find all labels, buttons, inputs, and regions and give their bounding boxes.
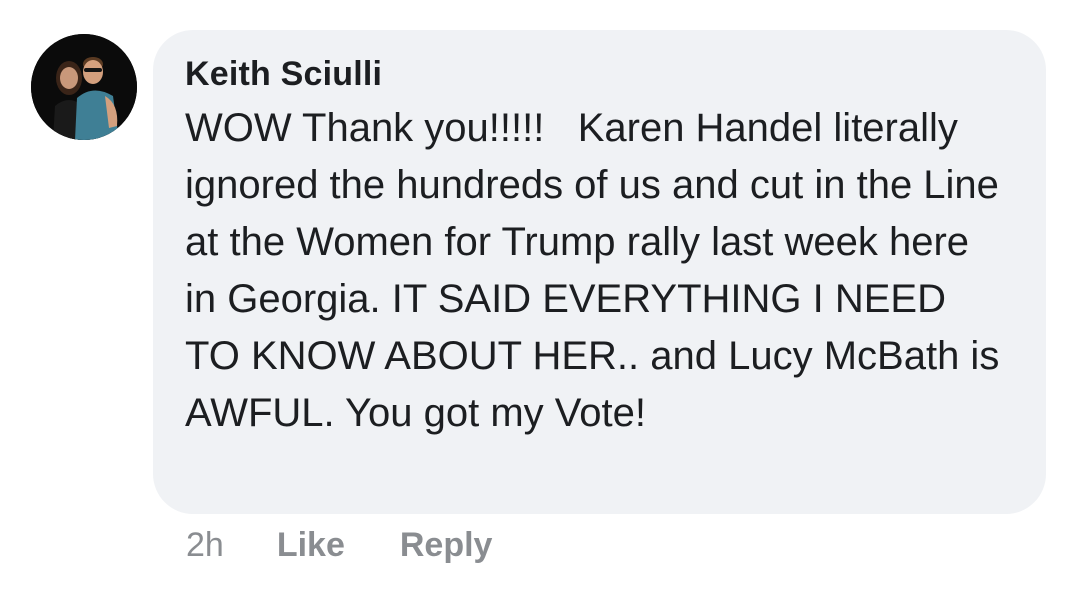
avatar[interactable] xyxy=(31,34,137,140)
comment-timestamp[interactable]: 2h xyxy=(186,526,224,565)
reply-button[interactable]: Reply xyxy=(400,526,493,565)
like-button[interactable]: Like xyxy=(277,526,345,565)
profile-photo xyxy=(31,34,137,140)
comment-text: WOW Thank you!!!!! Karen Handel literall… xyxy=(185,106,1011,435)
comment-actions: 2h Like Reply xyxy=(186,522,492,568)
comment-author[interactable]: Keith Sciulli xyxy=(185,52,1016,96)
comment-bubble: Keith Sciulli WOW Thank you!!!!! Karen H… xyxy=(153,30,1046,514)
